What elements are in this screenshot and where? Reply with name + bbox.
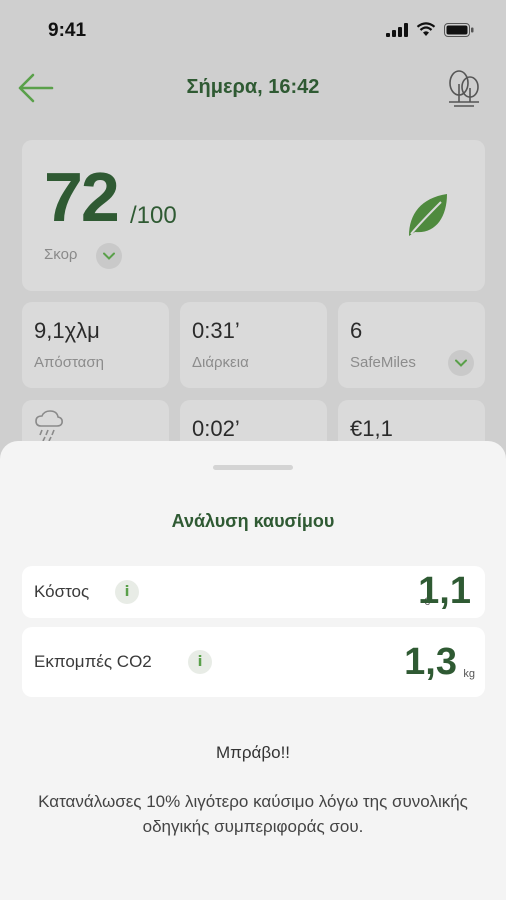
trees-icon[interactable] xyxy=(446,68,482,108)
top-bar: Σήμερα, 16:42 xyxy=(0,62,506,114)
sheet-handle[interactable] xyxy=(213,465,293,470)
wifi-icon xyxy=(416,22,436,36)
chevron-down-icon xyxy=(455,359,467,367)
safemiles-expand-button[interactable] xyxy=(448,350,474,376)
status-icons xyxy=(386,22,474,37)
co2-row: Εκπομπές CO2 i 1,3 kg xyxy=(22,627,485,697)
stat-duration: 0:31’ Διάρκεια xyxy=(180,302,327,388)
sheet-title: Ανάλυση καυσίμου xyxy=(171,511,335,531)
info-icon[interactable]: i xyxy=(188,650,212,674)
stat-safemiles[interactable]: 6 SafeMiles xyxy=(338,302,485,388)
stat-value: €1,1 xyxy=(350,416,393,441)
stat-label: SafeMiles xyxy=(350,354,416,371)
stat-value: 9,1χλμ xyxy=(34,318,100,343)
stat-distance: 9,1χλμ Απόσταση xyxy=(22,302,169,388)
score-label: Σκορ xyxy=(44,246,78,263)
co2-unit: kg xyxy=(463,668,475,680)
stat-value: 0:02’ xyxy=(192,416,240,441)
description-text: Κατανάλωσες 10% λιγότερο καύσιμο λόγω τη… xyxy=(38,792,468,836)
score-expand-button[interactable] xyxy=(96,243,122,269)
score-value: 72 xyxy=(44,158,120,236)
battery-icon xyxy=(444,22,474,37)
info-icon[interactable]: i xyxy=(115,580,139,604)
cost-value: 1,1 xyxy=(418,570,471,612)
cost-label: Κόστος xyxy=(34,582,90,601)
stat-value: 6 xyxy=(350,318,363,343)
co2-value: 1,3 xyxy=(404,641,457,683)
rain-cloud-icon xyxy=(35,410,63,442)
co2-label: Εκπομπές CO2 xyxy=(34,652,152,671)
bravo-text: Μπράβο!! xyxy=(215,743,291,762)
score-card: 72 /100 Σκορ xyxy=(22,140,485,291)
leaf-icon xyxy=(409,194,447,236)
chevron-down-icon xyxy=(103,252,115,260)
stat-value: 0:31’ xyxy=(192,318,240,343)
cellular-signal-icon xyxy=(386,22,408,37)
status-time: 9:41 xyxy=(48,20,87,41)
stat-label: Διάρκεια xyxy=(192,354,249,371)
fuel-analysis-sheet: Ανάλυση καυσίμου Κόστος i € 1,1 Εκπομπές… xyxy=(0,441,506,900)
status-bar: 9:41 xyxy=(0,0,506,60)
stat-label: Απόσταση xyxy=(34,354,104,371)
cost-row: Κόστος i € 1,1 xyxy=(22,566,485,618)
page-title: Σήμερα, 16:42 xyxy=(186,76,320,98)
score-total: /100 xyxy=(130,202,177,229)
